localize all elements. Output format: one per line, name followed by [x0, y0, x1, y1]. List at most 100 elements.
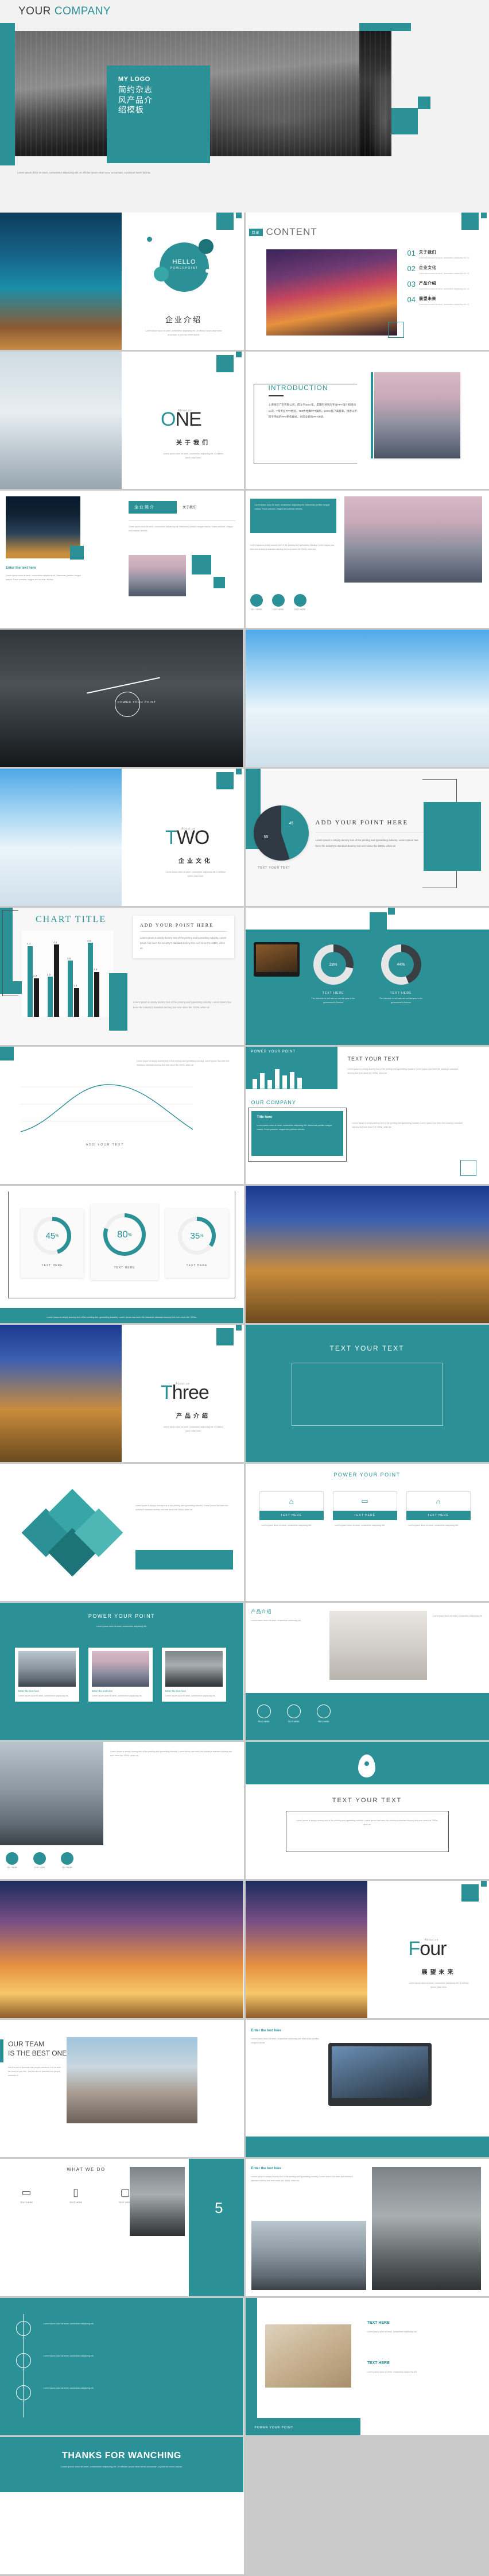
chart-note-title: ADD YOUR POINT HERE: [140, 923, 227, 928]
slide-pie[interactable]: 45 55 TEXT YOUR TEXT ADD YOUR POINT HERE…: [246, 769, 489, 906]
slide-enter-text-left[interactable]: Enter the text here Lorem ipsum dolor si…: [0, 491, 244, 628]
slide-power-cards[interactable]: POWER YOUR POINT ⌂ TEXT HERE Lorem ipsum…: [246, 1464, 489, 1601]
intro-photo: [374, 372, 460, 458]
harbor-icon-item[interactable]: TEXT HERE: [33, 1852, 46, 1869]
percent-footer-band: [0, 1308, 243, 1323]
four-desc: Lorem ipsum dolor sit amet, consectetur …: [408, 1981, 471, 1989]
slide-harbor[interactable]: Lorem Ipsum is simply dummy text of the …: [0, 1742, 244, 1879]
slide-product[interactable]: 产品介绍 Lorem ipsum dolor sit amet, consect…: [246, 1603, 489, 1740]
mini-bar: [260, 1073, 265, 1089]
slide-pin[interactable]: TEXT YOUR TEXT Lorem Ipsum is simply dum…: [246, 1742, 489, 1879]
headphone-icon: ∩: [436, 1497, 441, 1506]
content-item-name: 展望未来: [419, 296, 469, 302]
slide-timeline[interactable]: Lorem ipsum dolor sit amet, consectetur …: [0, 2298, 244, 2435]
content-item-number: 03: [408, 280, 416, 291]
power-card[interactable]: ▭ TEXT HERE Lorem ipsum dolor sit amet, …: [333, 1491, 397, 1531]
enter-sq-b: [192, 555, 211, 574]
slide-field[interactable]: [246, 1186, 489, 1323]
product-photo: [329, 1611, 427, 1680]
product-icon-item[interactable]: TEXT HERE: [287, 1705, 301, 1723]
slide-line-chart[interactable]: ADD YOUR TEXT Lorem Ipsum is simply dumm…: [0, 1047, 244, 1184]
line-chart-note: Lorem Ipsum is simply dummy text of the …: [137, 1059, 234, 1067]
hamburger-icon[interactable]: ≡: [472, 377, 475, 382]
slide-enter-bridge[interactable]: Enter the text here Lorem Ipsum is simpl…: [246, 2159, 489, 2296]
four-photo: [246, 1881, 367, 2018]
slide-our-team[interactable]: OUR TEAM IS THE BEST ONE Add the text to…: [0, 2020, 244, 2157]
power-card[interactable]: ∩ TEXT HERE Lorem ipsum dolor sit amet, …: [406, 1491, 471, 1531]
thanks-title: THANKS FOR WANCHING: [0, 2451, 243, 2461]
slide-chart[interactable]: CHART TITLE 4.3 2.4 2.5 4.4 3.5 1.8: [0, 908, 244, 1045]
slide-text-nyc[interactable]: Lorem ipsum dolor sit amet, consectetur …: [246, 491, 489, 628]
wwd-item[interactable]: ▭ TEXT HERE: [9, 2186, 44, 2204]
timeline-dot: [16, 2353, 31, 2368]
tyt-frame: [292, 1363, 443, 1426]
harbor-body: Lorem Ipsum is simply dummy text of the …: [110, 1750, 236, 1758]
product-icon-item[interactable]: TEXT HERE: [317, 1705, 331, 1723]
icon-label: TEXT HERE: [250, 608, 263, 611]
two-initial: T: [165, 827, 177, 849]
slide-section-two[interactable]: TWO About us 企业文化 Lorem ipsum dolor sit …: [0, 769, 244, 906]
oc-text-body: Lorem Ipsum is simply dummy text of the …: [348, 1067, 463, 1075]
power-card[interactable]: ⌂ TEXT HERE Lorem ipsum dolor sit amet, …: [259, 1491, 324, 1531]
harbor-icon-item[interactable]: TEXT HERE: [61, 1852, 73, 1869]
content-sq-a: [461, 213, 479, 230]
four-initial: F: [409, 1938, 420, 1960]
percent-card[interactable]: 80 % TEXT HERE: [91, 1204, 158, 1280]
slide-gallery[interactable]: POWER YOUR POINT Lorem ipsum dolor sit a…: [0, 1603, 244, 1740]
books-title: TEXT HERE: [367, 2321, 390, 2325]
pie-teal-block: [424, 802, 481, 871]
slide-thanks[interactable]: THANKS FOR WANCHING Lorem ipsum dolor si…: [0, 2437, 244, 2574]
slide-section-four[interactable]: Four About us 展望未来 Lorem ipsum dolor sit…: [246, 1881, 489, 2018]
slide-text-your-text[interactable]: TEXT YOUR TEXT: [246, 1325, 489, 1462]
content-item-number: 02: [408, 265, 416, 275]
donut-right: 44%: [381, 944, 421, 985]
wwd-item[interactable]: ▯ TEXT HERE: [59, 2186, 93, 2204]
icon-item[interactable]: TEXT HERE: [250, 594, 263, 611]
slide-street[interactable]: POWER YOUR POINT: [0, 630, 244, 767]
icon-item[interactable]: TEXT HERE: [294, 594, 306, 611]
diamonds-body: Lorem Ipsum is simply dummy text of the …: [135, 1504, 233, 1512]
slide-sunrise[interactable]: [0, 1881, 244, 2018]
content-item[interactable]: 03 产品介绍 Lorem ipsum dolor sit amet, cons…: [408, 280, 483, 291]
harbor-icon-item[interactable]: TEXT HERE: [6, 1852, 18, 1869]
slide-snow[interactable]: [246, 630, 489, 767]
slide-introduction[interactable]: INTRODUCTION 上海锐普广告有限公司，成立于2007年，是国内领先的专…: [246, 352, 489, 489]
bar-s1-3: [88, 943, 93, 1017]
content-item[interactable]: 04 展望未来 Lorem ipsum dolor sit amet, cons…: [408, 296, 483, 306]
gallery-card[interactable]: Enter the text here Lorem ipsum dolor si…: [15, 1648, 79, 1702]
slide-laptop[interactable]: Enter the text here Lorem ipsum dolor si…: [246, 2020, 489, 2157]
slide-section-three[interactable]: Three About us 产品介绍 Lorem ipsum dolor si…: [0, 1325, 244, 1462]
gallery-card[interactable]: Enter the text here Lorem ipsum dolor si…: [88, 1648, 153, 1702]
books-body: Lorem ipsum dolor sit amet, consectetur …: [367, 2330, 476, 2334]
nyc-teal-text: Lorem ipsum dolor sit amet, consectetur …: [255, 503, 332, 511]
three-photo: [0, 1325, 122, 1462]
slide-our-company[interactable]: POWER YOUR POINT TEXT YOUR TEXT Lorem Ip…: [246, 1047, 489, 1184]
icon-item[interactable]: TEXT HERE: [272, 594, 285, 611]
slide-section-one[interactable]: ONE About us 关于我们 Lorem ipsum dolor sit …: [0, 352, 244, 489]
cover-logo: MY LOGO: [118, 76, 210, 83]
gallery-card[interactable]: Enter the text here Lorem ipsum dolor si…: [162, 1648, 226, 1702]
product-body: Lorem ipsum dolor sit amet, consectetur …: [251, 1619, 320, 1623]
enter-right-title: 企业简介: [134, 504, 155, 510]
content-item[interactable]: 01 关于我们 Lorem ipsum dolor sit amet, cons…: [408, 249, 483, 260]
one-cn: 关于我们: [162, 438, 225, 446]
slide-donuts[interactable]: 28% TEXT HERE The intencion to sell was …: [246, 908, 489, 1045]
slide-cover[interactable]: MY LOGO 简约杂志 风产品介 绍模板 Lorem ipsum dolor …: [0, 23, 489, 213]
percent-card[interactable]: 45 % TEXT HERE: [21, 1209, 84, 1278]
slide-what-we-do[interactable]: WHAT WE DO ▭ TEXT HERE ▯ TEXT HERE ▢ TEX…: [0, 2159, 244, 2296]
slide-diamonds[interactable]: Lorem Ipsum is simply dummy text of the …: [0, 1464, 244, 1601]
slide-books[interactable]: TEXT HERE Lorem ipsum dolor sit amet, co…: [246, 2298, 489, 2435]
slide-content[interactable]: 目录 CONTENT 01 关于我们 Lorem ipsum dolor sit…: [246, 213, 489, 350]
percent-card[interactable]: 35 % TEXT HERE: [165, 1209, 228, 1278]
slide-hello[interactable]: HELLO POWERPOINT 企业介绍 Lorem ipsum dolor …: [0, 213, 244, 350]
wwd-step-number: 5: [215, 2199, 223, 2217]
slide-percent[interactable]: 45 % TEXT HERE 80 % TEXT HERE: [0, 1186, 244, 1323]
timeline-text: Lorem ipsum dolor sit amet, consectetur …: [44, 2322, 158, 2326]
product-icon-item[interactable]: TEXT HERE: [257, 1705, 271, 1723]
content-item[interactable]: 02 企业文化 Lorem ipsum dolor sit amet, cons…: [408, 265, 483, 275]
three-sub: About us: [176, 1382, 190, 1386]
team-body: Add the text to describe this people int…: [8, 2066, 63, 2077]
enter-divider: [129, 520, 235, 521]
hello-photo: [0, 213, 122, 350]
oc-frame: [248, 1108, 347, 1162]
